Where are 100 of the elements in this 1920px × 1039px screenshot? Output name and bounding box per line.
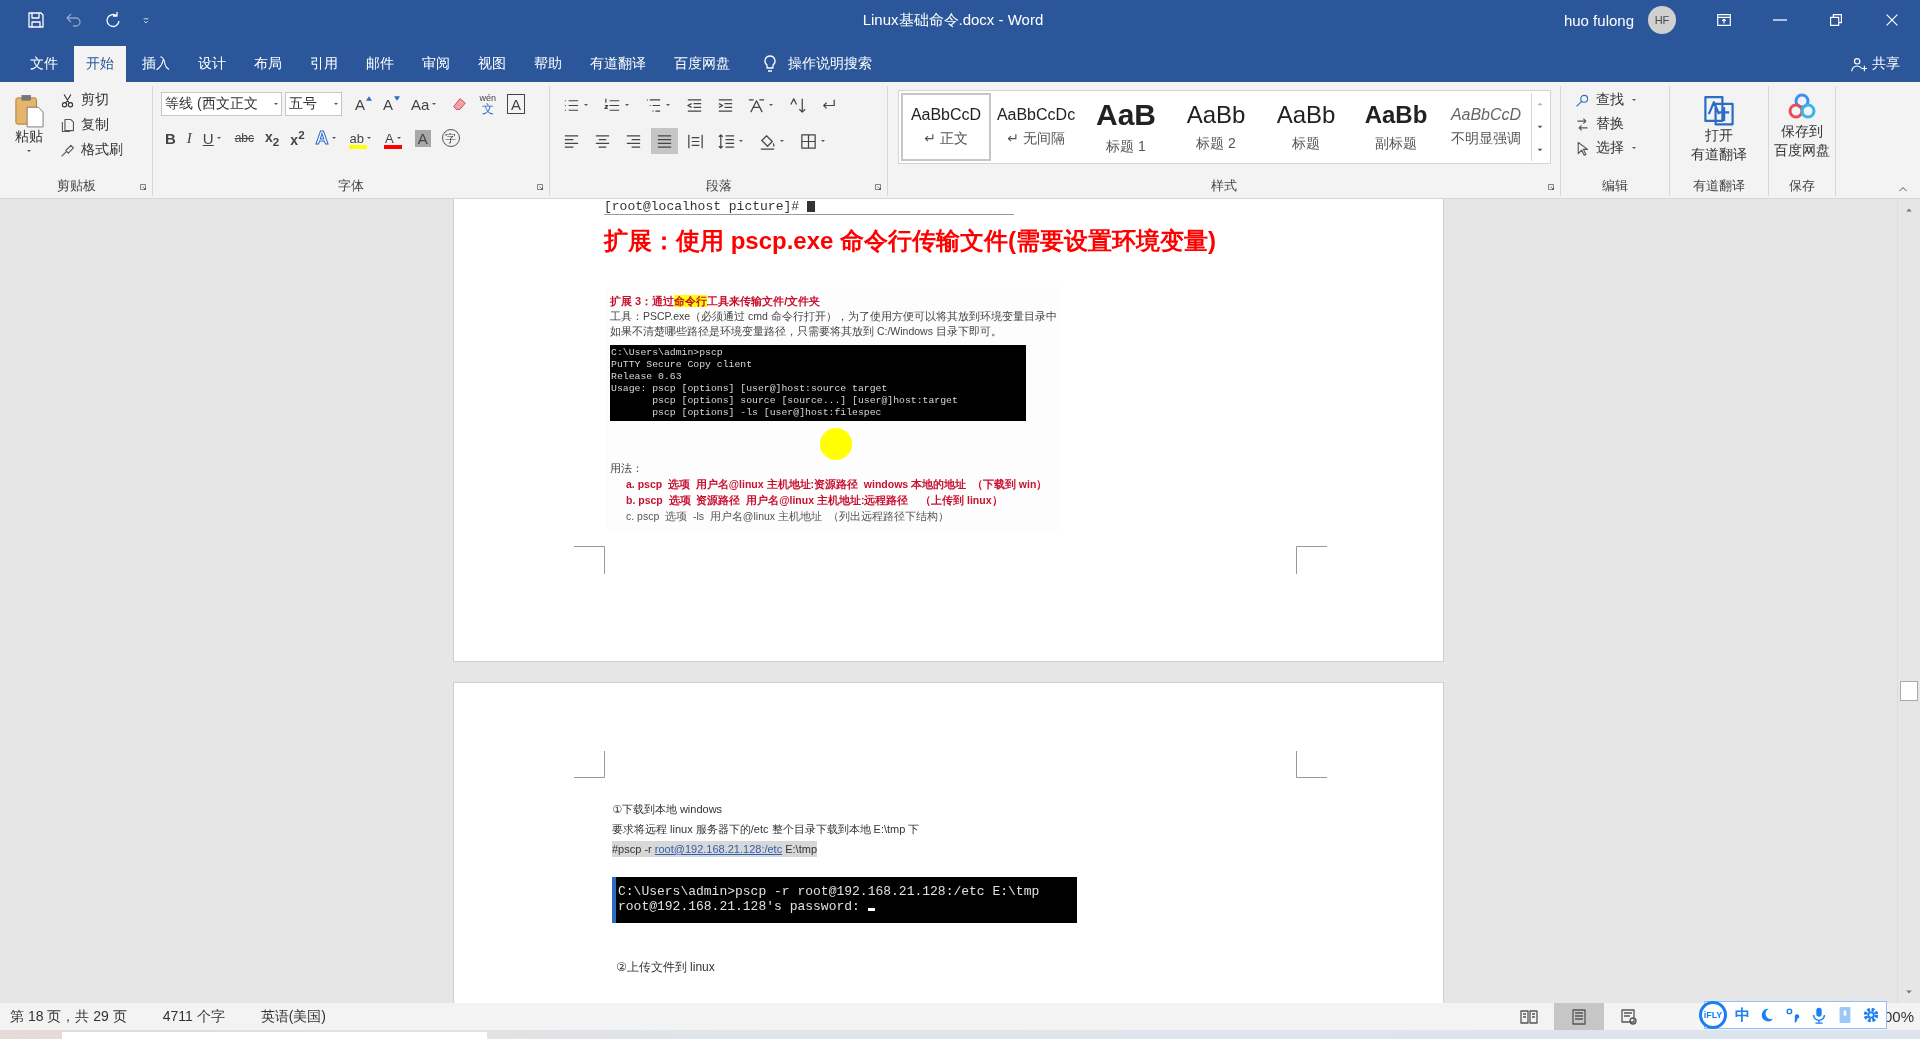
word-count[interactable]: 4711 个字 bbox=[162, 1007, 225, 1026]
ribbon-tab[interactable]: 设计 bbox=[186, 46, 238, 82]
pinyin-button[interactable]: wén 文 bbox=[475, 92, 500, 116]
group-label: 编辑 bbox=[1602, 177, 1628, 195]
copy-icon bbox=[59, 116, 76, 134]
ribbon-tab[interactable]: 文件 bbox=[18, 46, 70, 82]
ime-mode[interactable]: 中 bbox=[1735, 1005, 1750, 1025]
style-option[interactable]: AaBb 副标题 bbox=[1351, 93, 1441, 161]
group-label: 剪贴板 bbox=[56, 177, 96, 195]
share-button[interactable]: 共享 bbox=[1850, 46, 1900, 82]
replace-button[interactable]: 替换 bbox=[1571, 114, 1659, 134]
link[interactable]: root@192.168.21.128:/etc bbox=[654, 843, 783, 855]
style-option[interactable]: AaB 标题 1 bbox=[1081, 93, 1171, 161]
paste-button[interactable]: 粘贴 bbox=[8, 90, 50, 172]
dialog-launcher-icon bbox=[874, 183, 884, 193]
restore-icon bbox=[1827, 11, 1845, 29]
italic-button[interactable]: I bbox=[182, 126, 196, 150]
dialog-launcher[interactable] bbox=[139, 183, 149, 193]
scissors-icon bbox=[59, 91, 76, 109]
ribbon-tab[interactable]: 开始 bbox=[74, 46, 126, 82]
borders-icon bbox=[799, 131, 818, 151]
dialog-launcher-icon bbox=[139, 183, 149, 193]
terminal-line: pscp [options] -ls [user@]host:filespec bbox=[651, 407, 883, 419]
margin-corner-mark bbox=[1296, 546, 1327, 574]
strike-button[interactable]: abc bbox=[230, 126, 259, 150]
line-spacing-icon bbox=[717, 131, 736, 151]
underline-button[interactable]: U bbox=[198, 126, 228, 150]
grow-button[interactable]: A bbox=[351, 92, 376, 116]
minimize-icon bbox=[1773, 19, 1787, 21]
text-cursor bbox=[867, 908, 875, 911]
painter-button[interactable]: 格式刷 bbox=[56, 140, 126, 160]
ribbon-tab[interactable]: 引用 bbox=[298, 46, 350, 82]
figure-text: ①下载到本地 windows bbox=[612, 802, 724, 817]
language[interactable]: 英语(美国) bbox=[260, 1007, 327, 1026]
style-option[interactable]: AaBbCcD 不明显强调 bbox=[1441, 93, 1531, 161]
ribbon-tab[interactable]: 插入 bbox=[130, 46, 182, 82]
bold-button[interactable]: B bbox=[161, 126, 180, 150]
cut-button[interactable]: 剪切 bbox=[56, 90, 126, 110]
margin-corner-mark bbox=[1296, 751, 1327, 778]
style-option[interactable]: AaBbCcD ↵ 正文 bbox=[901, 93, 991, 161]
usage-line: b. pscp 选项 资源路径 用户名@linux 主机地址:远程路径 （上传到 linux） bbox=[625, 493, 1004, 508]
style-option[interactable]: AaBb 标题 2 bbox=[1171, 93, 1261, 161]
terminal-line: C:\Users\admin>pscp -r root@192.168.21.128:/etc E:\tmp bbox=[618, 884, 1040, 899]
dialog-launcher[interactable] bbox=[874, 183, 884, 193]
ribbon-tab[interactable]: 百度网盘 bbox=[662, 46, 742, 82]
ribbon-tab[interactable]: 帮助 bbox=[522, 46, 574, 82]
font-name-field[interactable]: 等线 (西文正文 bbox=[161, 92, 282, 116]
eraser-icon bbox=[450, 95, 469, 113]
border-button[interactable]: A bbox=[506, 94, 525, 114]
ribbon-tab[interactable]: 布局 bbox=[242, 46, 294, 82]
font-size-field[interactable]: 五号 bbox=[285, 92, 342, 116]
sort-icon bbox=[788, 95, 807, 115]
find-button[interactable]: 查找 bbox=[1571, 90, 1659, 110]
colorbar-button[interactable]: A bbox=[381, 126, 408, 150]
tell-me-search[interactable]: 操作说明搜索 bbox=[760, 46, 872, 82]
copy-button[interactable]: 复制 bbox=[56, 115, 126, 135]
shrink-button[interactable]: A bbox=[379, 92, 405, 116]
ime-logo[interactable]: iFLY bbox=[1699, 1001, 1727, 1029]
group-label: 样式 bbox=[1211, 177, 1237, 195]
case-button[interactable]: Aa bbox=[407, 92, 444, 116]
user-name[interactable]: huo fulong bbox=[1563, 11, 1634, 29]
ribbon-tab[interactable]: 审阅 bbox=[410, 46, 462, 82]
cursor-highlight-icon bbox=[819, 427, 853, 461]
style-option[interactable]: AaBbCcDc ↵ 无间隔 bbox=[991, 93, 1081, 161]
select-button[interactable]: 选择 bbox=[1571, 138, 1659, 158]
figure-text: 要求将远程 linux 服务器下的/etc 整个目录下载到本地 E:\tmp 下 bbox=[612, 822, 921, 837]
script-button[interactable]: x$^{2}$ bbox=[286, 126, 309, 150]
colorbar-button[interactable]: ab bbox=[345, 126, 379, 150]
page-count[interactable]: 第 18 页，共 29 页 bbox=[10, 1007, 127, 1026]
group-label: 段落 bbox=[705, 177, 732, 195]
vertical-scrollbar[interactable] bbox=[1897, 199, 1920, 1003]
ribbon-tab[interactable]: 视图 bbox=[466, 46, 518, 82]
page-icon bbox=[1569, 1006, 1589, 1027]
style-option[interactable]: AaBb 标题 bbox=[1261, 93, 1351, 161]
ribbon-display-icon bbox=[1715, 11, 1733, 29]
section-heading: 扩展：使用 pscp.exe 命令行传输文件(需要设置环境变量) bbox=[604, 226, 1218, 256]
terminal-line: Release 0.63 bbox=[611, 371, 683, 383]
script-button[interactable]: x$_{2}$ bbox=[261, 126, 284, 150]
baidu-save-button[interactable]: 保存到 百度网盘 bbox=[1774, 92, 1830, 176]
ribbon-tab[interactable]: 有道翻译 bbox=[578, 46, 658, 82]
punctuation-icon[interactable] bbox=[1784, 1006, 1802, 1024]
settings-icon[interactable] bbox=[1862, 1006, 1880, 1024]
dialog-launcher-icon bbox=[536, 183, 546, 193]
arrow-icon bbox=[366, 96, 372, 101]
scroll-thumb[interactable] bbox=[1900, 681, 1918, 701]
justify-align-button[interactable] bbox=[651, 128, 678, 154]
ribbon-tab[interactable]: 邮件 bbox=[354, 46, 406, 82]
print-view-button[interactable] bbox=[1554, 1003, 1604, 1030]
youdao-translate-button[interactable]: 打开 有道翻译 bbox=[1691, 92, 1747, 176]
terminal-line: Usage: pscp [options] [user@]host:source target bbox=[611, 383, 889, 395]
dialog-launcher[interactable] bbox=[536, 183, 546, 193]
usage-line: a. pscp 选项 用户名@linux 主机地址:资源路径 windows 本地的地址 （下载到 win） bbox=[625, 477, 1049, 492]
microphone-icon[interactable] bbox=[1810, 1006, 1828, 1024]
figure-text: 如果不清楚哪些路径是环境变量路径，只需要将其放到 C:/Windows 目录下即可。 bbox=[610, 324, 1003, 339]
dialog-launcher[interactable] bbox=[1547, 183, 1557, 193]
group-label: 保存 bbox=[1789, 177, 1815, 195]
terminal-line: pscp [options] source [source...] [user@]host:target bbox=[651, 395, 959, 407]
user-avatar[interactable]: HF bbox=[1648, 6, 1676, 34]
group-label: 字体 bbox=[338, 177, 364, 195]
margin-corner-mark bbox=[574, 546, 605, 574]
